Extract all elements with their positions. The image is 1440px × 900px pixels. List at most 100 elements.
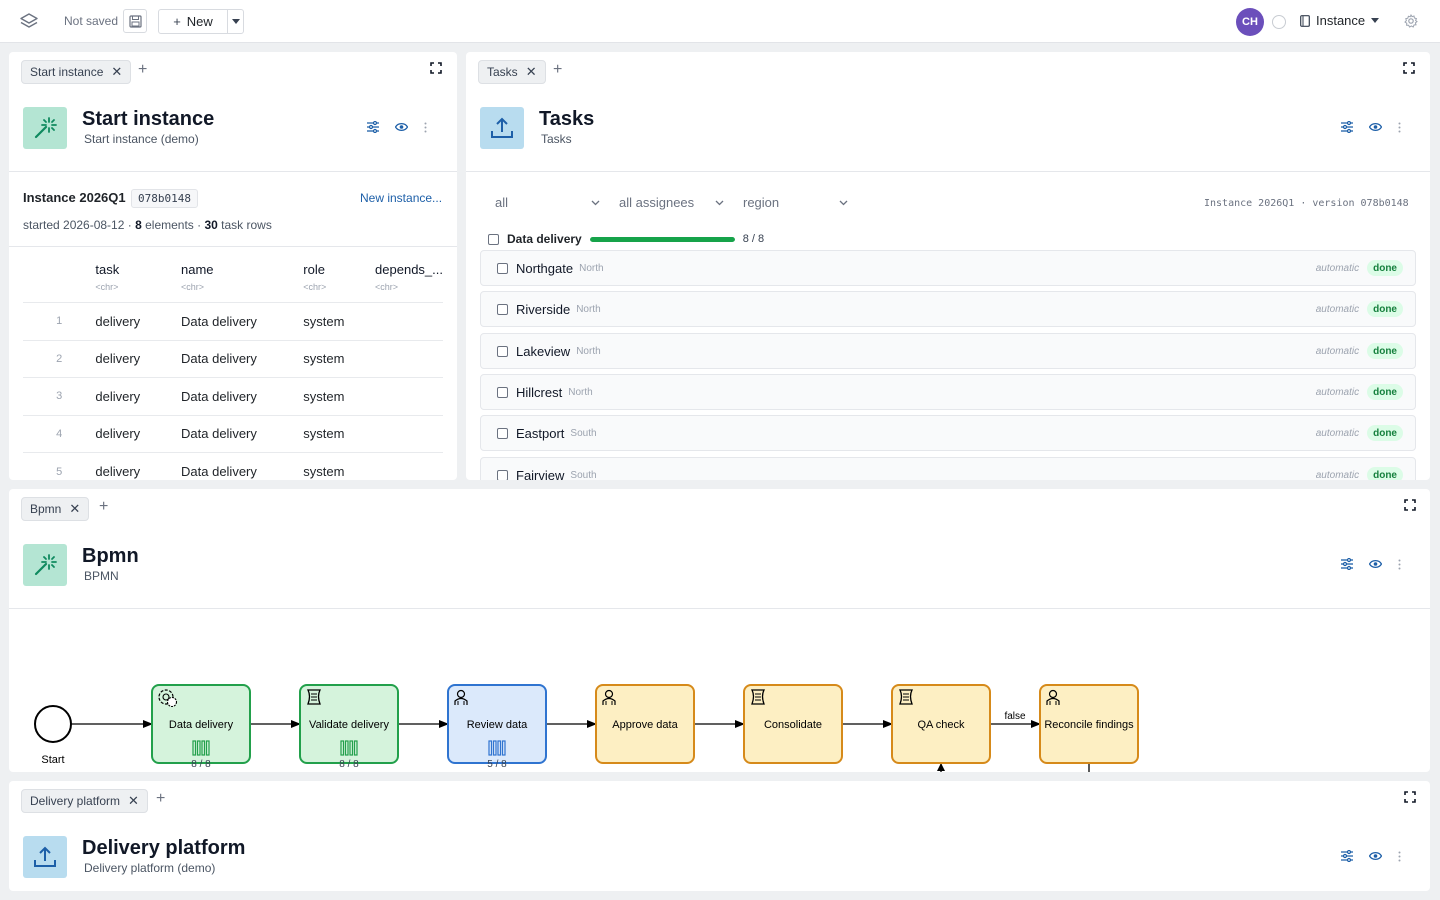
- instance-selector[interactable]: Instance: [1300, 13, 1380, 28]
- add-tab-button[interactable]: +: [138, 61, 147, 79]
- expand-icon[interactable]: [1403, 62, 1415, 74]
- save-button[interactable]: [123, 9, 147, 33]
- panel-title: Tasks: [539, 108, 595, 130]
- status-badge: done: [1367, 467, 1403, 480]
- upload-icon: [34, 846, 56, 867]
- sliders-icon[interactable]: [1341, 850, 1353, 862]
- bpmn-task[interactable]: Validate delivery 8 / 8: [299, 684, 399, 770]
- tab-label: Tasks: [487, 65, 518, 79]
- panel-actions: [1341, 121, 1401, 133]
- column-header[interactable]: depends_... <chr>: [375, 258, 443, 303]
- panel-icon: [480, 107, 524, 149]
- delivery-platform-panel: Delivery platform ✕ + Delivery platform …: [9, 781, 1430, 891]
- panel-actions: [367, 121, 427, 133]
- bpmn-task[interactable]: Approve data: [595, 684, 695, 764]
- header-divider: [9, 171, 457, 172]
- new-button[interactable]: + New: [158, 9, 228, 34]
- bpmn-task-label: Reconcile findings: [1044, 719, 1134, 731]
- kebab-icon[interactable]: [1398, 851, 1401, 862]
- bpmn-task-progress: 5 / 8: [487, 759, 507, 770]
- task-row[interactable]: Lakeview North automatic done: [480, 333, 1416, 369]
- task-row[interactable]: Northgate North automatic done: [480, 250, 1416, 286]
- start-instance-panel: Start instance ✕ + Start instance Start …: [9, 52, 457, 480]
- task-checkbox[interactable]: [497, 427, 508, 439]
- panel-subtitle: Start instance (demo): [84, 132, 199, 146]
- bpmn-task-label: Approve data: [612, 719, 678, 731]
- panel-icon: [23, 836, 67, 878]
- instance-meta: started 2026-08-12 · 8 elements · 30 tas…: [23, 218, 272, 232]
- panel-subtitle: Tasks: [541, 132, 572, 146]
- status-badge: done: [1367, 425, 1403, 441]
- floppy-icon: [128, 14, 142, 28]
- start-event[interactable]: [34, 705, 72, 743]
- bpmn-task[interactable]: Data delivery 8 / 8: [151, 684, 251, 770]
- bpmn-task-label: Validate delivery: [309, 719, 389, 731]
- bpmn-task[interactable]: Consolidate: [743, 684, 843, 764]
- expand-icon[interactable]: [1404, 791, 1416, 803]
- column-header[interactable]: task <chr>: [95, 258, 181, 303]
- bpmn-diagram: Start false Data delivery8 / 8Validate d…: [34, 684, 1139, 772]
- tab-delivery-platform[interactable]: Delivery platform ✕: [21, 789, 148, 813]
- region-filter[interactable]: region: [743, 195, 848, 210]
- task-checkbox[interactable]: [497, 469, 508, 480]
- tab-tasks[interactable]: Tasks ✕: [478, 60, 546, 84]
- assignee-filter[interactable]: all assignees: [619, 195, 724, 210]
- tab-label: Delivery platform: [30, 794, 121, 808]
- start-event-label: Start: [41, 754, 64, 766]
- task-row[interactable]: Hillcrest North automatic done: [480, 374, 1416, 410]
- task-row[interactable]: Riverside North automatic done: [480, 291, 1416, 327]
- table-index-header: [23, 258, 95, 303]
- avatar[interactable]: CH: [1236, 8, 1264, 36]
- table-row[interactable]: 4 delivery Data delivery system: [23, 415, 443, 453]
- table-row[interactable]: 3 delivery Data delivery system: [23, 377, 443, 416]
- table-row[interactable]: 1 delivery Data delivery system: [23, 302, 443, 341]
- table-row[interactable]: 2 delivery Data delivery system: [23, 340, 443, 378]
- bpmn-task[interactable]: Review data 5 / 8: [447, 684, 547, 770]
- close-icon[interactable]: ✕: [111, 64, 122, 80]
- tab-start-instance[interactable]: Start instance ✕: [21, 60, 132, 84]
- task-row[interactable]: Eastport South automatic done: [480, 415, 1416, 451]
- kebab-icon[interactable]: [424, 122, 427, 133]
- instance-version: Instance 2026Q1 · version 078b0148: [1204, 198, 1409, 209]
- panel-title: Delivery platform: [82, 837, 246, 859]
- eye-icon[interactable]: [395, 122, 408, 132]
- instance-hash-badge: 078b0148: [131, 189, 198, 208]
- eye-icon[interactable]: [1369, 122, 1382, 132]
- add-tab-button[interactable]: +: [156, 790, 165, 808]
- table-row[interactable]: 5 delivery Data delivery system: [23, 452, 443, 481]
- kebab-icon[interactable]: [1398, 122, 1401, 133]
- add-tab-button[interactable]: +: [553, 61, 562, 79]
- bpmn-task[interactable]: Reconcile findings: [1039, 684, 1139, 764]
- bpmn-task-label: Data delivery: [169, 719, 234, 731]
- panel-subtitle: Delivery platform (demo): [84, 861, 216, 875]
- task-checkbox[interactable]: [497, 386, 508, 398]
- task-row[interactable]: Fairview South automatic done: [480, 457, 1416, 480]
- panel-icon: [23, 107, 67, 149]
- caret-down-icon: [1371, 18, 1380, 23]
- expand-icon[interactable]: [430, 62, 442, 74]
- group-progress-bar: [589, 236, 735, 242]
- document-icon: [1300, 14, 1310, 27]
- new-instance-link[interactable]: New instance...: [360, 191, 442, 205]
- close-icon[interactable]: ✕: [128, 793, 139, 809]
- layers-icon[interactable]: [18, 11, 40, 33]
- close-icon[interactable]: ✕: [526, 64, 537, 80]
- column-header[interactable]: name <chr>: [181, 258, 303, 303]
- task-group-header[interactable]: Data delivery 8 / 8: [488, 232, 764, 246]
- task-checkbox[interactable]: [497, 262, 508, 274]
- eye-icon[interactable]: [1369, 851, 1382, 861]
- status-badge: done: [1367, 301, 1403, 317]
- bpmn-task[interactable]: QA check: [891, 684, 991, 764]
- gear-icon[interactable]: [1404, 14, 1418, 28]
- bpmn-task-progress: 8 / 8: [191, 759, 211, 770]
- new-dropdown-toggle[interactable]: [227, 9, 244, 34]
- chevron-down-icon: [839, 200, 848, 205]
- sliders-icon[interactable]: [367, 121, 379, 133]
- task-checkbox[interactable]: [497, 345, 508, 357]
- new-button-label: New: [186, 14, 213, 29]
- status-filter[interactable]: all: [495, 195, 600, 210]
- task-checkbox[interactable]: [497, 303, 508, 315]
- group-checkbox[interactable]: [488, 233, 499, 245]
- column-header[interactable]: role <chr>: [303, 258, 375, 303]
- sliders-icon[interactable]: [1341, 121, 1353, 133]
